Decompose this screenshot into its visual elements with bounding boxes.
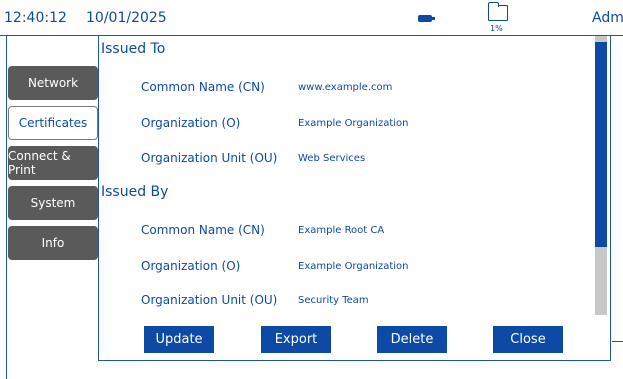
close-button[interactable]: Close bbox=[493, 326, 563, 353]
sidebar-item-network[interactable]: Network bbox=[8, 66, 98, 100]
sidebar-item-certificates[interactable]: Certificates bbox=[8, 106, 98, 140]
delete-button[interactable]: Delete bbox=[377, 326, 447, 353]
issued-by-ou-value: Security Team bbox=[298, 295, 369, 306]
issued-to-ou-label: Organization Unit (OU) bbox=[141, 151, 278, 165]
storage-usage: 1% bbox=[490, 24, 503, 33]
clock-date: 10/01/2025 bbox=[86, 10, 167, 26]
sidebar-divider bbox=[6, 36, 7, 379]
export-button[interactable]: Export bbox=[261, 326, 331, 353]
sidebar-item-info[interactable]: Info bbox=[8, 226, 98, 260]
sidebar-item-label: Info bbox=[41, 236, 65, 250]
issued-to-o-label: Organization (O) bbox=[141, 116, 241, 130]
status-bar: 12:40:12 10/01/2025 1% Admin bbox=[0, 0, 623, 36]
issued-to-ou-value: Web Services bbox=[298, 153, 366, 164]
sidebar-item-label: Certificates bbox=[18, 116, 88, 130]
scrollbar-thumb[interactable] bbox=[595, 42, 607, 247]
issued-by-ou-label: Organization Unit (OU) bbox=[141, 293, 278, 307]
issued-by-cn-label: Common Name (CN) bbox=[141, 223, 265, 237]
usb-icon bbox=[418, 15, 435, 22]
user-name[interactable]: Admin bbox=[592, 10, 623, 26]
sidebar-item-label: Connect & Print bbox=[8, 149, 71, 177]
issued-to-cn-value: www.example.com bbox=[298, 82, 393, 93]
issued-to-heading: Issued To bbox=[101, 41, 166, 57]
issued-to-cn-label: Common Name (CN) bbox=[141, 80, 265, 94]
folder-icon bbox=[488, 2, 508, 21]
issued-by-o-label: Organization (O) bbox=[141, 259, 241, 273]
sidebar-item-label: Network bbox=[27, 76, 79, 90]
sidebar-item-label: System bbox=[30, 196, 76, 210]
issued-to-o-value: Example Organization bbox=[298, 118, 409, 129]
sidebar-item-system[interactable]: System bbox=[8, 186, 98, 220]
clock-time: 12:40:12 bbox=[4, 10, 67, 26]
issued-by-cn-value: Example Root CA bbox=[298, 225, 385, 236]
certificate-details-panel: Issued To Common Name (CN) www.example.c… bbox=[98, 36, 611, 361]
issued-by-o-value: Example Organization bbox=[298, 261, 409, 272]
right-divider bbox=[612, 341, 623, 342]
update-button[interactable]: Update bbox=[144, 326, 214, 353]
sidebar-item-connect-print[interactable]: Connect & Print bbox=[8, 146, 98, 180]
issued-by-heading: Issued By bbox=[101, 184, 169, 200]
